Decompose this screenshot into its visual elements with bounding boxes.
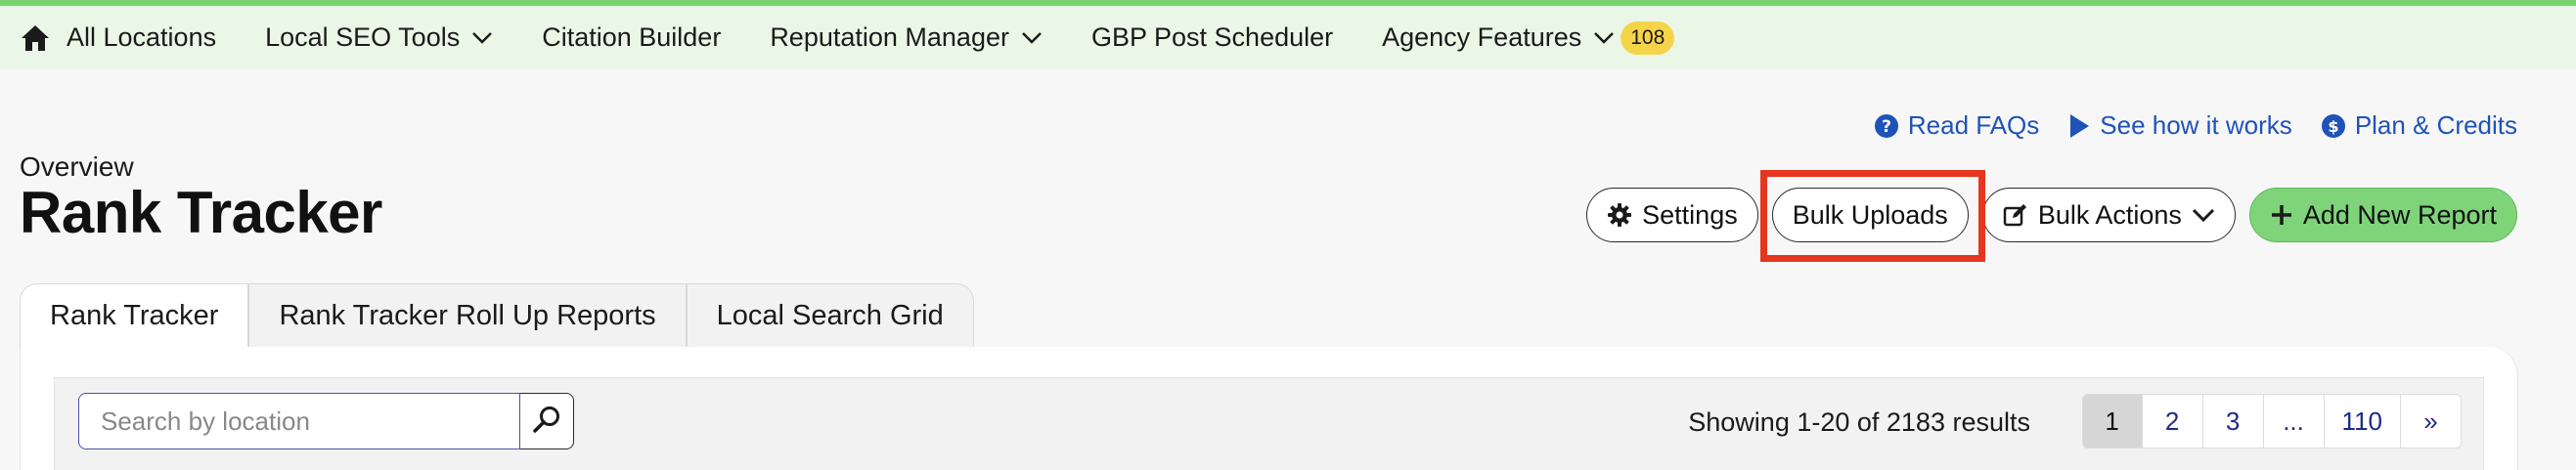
- page-title: Rank Tracker: [20, 180, 382, 245]
- tab-local-search-grid[interactable]: Local Search Grid: [686, 283, 974, 348]
- bulk-actions-button[interactable]: Bulk Actions: [1981, 188, 2236, 242]
- see-how-it-works-link[interactable]: See how it works: [2068, 110, 2292, 141]
- page-button-2[interactable]: 2: [2142, 394, 2203, 449]
- play-icon: [2068, 113, 2090, 139]
- plus-icon: [2270, 203, 2293, 227]
- plan-credits-link[interactable]: $ Plan & Credits: [2321, 110, 2517, 141]
- bulk-uploads-button[interactable]: Bulk Uploads: [1771, 188, 1969, 242]
- nav-citation-builder[interactable]: Citation Builder: [542, 22, 721, 53]
- help-links: ? Read FAQs See how it works $ Plan & Cr…: [1845, 110, 2517, 141]
- search-button[interactable]: [520, 393, 574, 449]
- search-box: [78, 393, 574, 449]
- pagination: 1 2 3 ... 110 »: [2081, 394, 2462, 449]
- page-button-1[interactable]: 1: [2081, 394, 2143, 449]
- nav-all-locations[interactable]: All Locations: [20, 22, 216, 53]
- tab-rank-tracker[interactable]: Rank Tracker: [20, 283, 249, 348]
- nav-all-locations-label: All Locations: [67, 22, 217, 52]
- nav-gbp-post-scheduler[interactable]: GBP Post Scheduler: [1091, 22, 1333, 53]
- home-icon: [20, 23, 51, 53]
- search-icon: [532, 405, 561, 439]
- chevron-down-icon: [2192, 207, 2215, 223]
- nav-reputation-manager[interactable]: Reputation Manager: [770, 22, 1043, 53]
- page-button-3[interactable]: 3: [2202, 394, 2264, 449]
- nav-agency-features-label: Agency Features: [1382, 22, 1582, 52]
- settings-button[interactable]: Settings: [1586, 188, 1758, 242]
- edit-icon: [2003, 202, 2028, 228]
- nav-gbp-post-scheduler-label: GBP Post Scheduler: [1090, 22, 1334, 52]
- tab-rank-tracker-roll-up-reports[interactable]: Rank Tracker Roll Up Reports: [248, 283, 687, 348]
- settings-button-label: Settings: [1642, 199, 1738, 230]
- chevron-down-icon: [1593, 31, 1615, 45]
- report-tabs: Rank Tracker Rank Tracker Roll Up Report…: [20, 283, 974, 348]
- gear-icon: [1607, 202, 1632, 228]
- chevron-down-icon: [1021, 31, 1043, 45]
- chevron-down-icon: [471, 31, 493, 45]
- dollar-circle-icon: $: [2321, 113, 2345, 138]
- plan-credits-label: Plan & Credits: [2354, 110, 2517, 140]
- nav-local-seo-tools-label: Local SEO Tools: [265, 22, 461, 52]
- see-how-it-works-label: See how it works: [2100, 110, 2292, 140]
- page-ellipsis: ...: [2263, 394, 2325, 449]
- read-faqs-label: Read FAQs: [1907, 110, 2040, 140]
- add-new-report-button-label: Add New Report: [2302, 199, 2497, 230]
- bulk-actions-button-label: Bulk Actions: [2037, 199, 2182, 230]
- table-toolbar: Showing 1-20 of 2183 results 1 2 3 ... 1…: [54, 377, 2484, 470]
- nav-citation-builder-label: Citation Builder: [542, 22, 722, 52]
- header-actions: Settings Bulk Uploads Bulk Actions Add N…: [1573, 188, 2517, 242]
- add-new-report-button[interactable]: Add New Report: [2248, 188, 2517, 242]
- svg-text:?: ?: [1882, 117, 1891, 137]
- top-navigation-bar: All Locations Local SEO Tools Citation B…: [0, 0, 2576, 69]
- nav-agency-features[interactable]: Agency Features 108: [1382, 21, 1675, 55]
- search-input[interactable]: [78, 393, 520, 449]
- bulk-uploads-button-label: Bulk Uploads: [1792, 199, 1948, 230]
- svg-text:$: $: [2328, 117, 2338, 136]
- page-button-110[interactable]: 110: [2324, 394, 2401, 449]
- read-faqs-link[interactable]: ? Read FAQs: [1874, 110, 2040, 141]
- results-count: Showing 1-20 of 2183 results: [1688, 407, 2030, 437]
- nav-reputation-manager-label: Reputation Manager: [770, 22, 1009, 52]
- nav-local-seo-tools[interactable]: Local SEO Tools: [265, 22, 493, 53]
- question-circle-icon: ?: [1874, 113, 1898, 138]
- notification-badge: 108: [1621, 21, 1675, 55]
- next-page-button[interactable]: »: [2401, 394, 2462, 449]
